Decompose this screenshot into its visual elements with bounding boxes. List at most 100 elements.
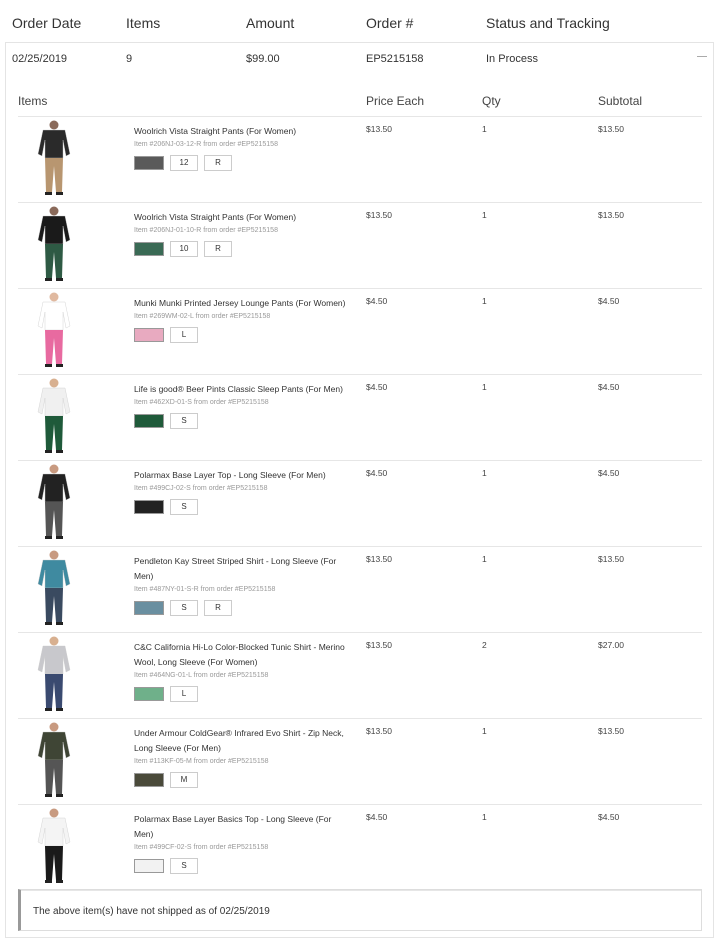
olive-zip-shirt-thumbnail[interactable] xyxy=(30,722,78,798)
option-chip: M xyxy=(170,772,198,788)
price-each: $13.50 xyxy=(366,640,392,650)
price-each: $4.50 xyxy=(366,468,388,478)
item-options: S xyxy=(134,413,352,429)
option-chip: R xyxy=(204,241,232,257)
shipping-notice: The above item(s) have not shipped as of… xyxy=(18,889,702,931)
subtotal: $13.50 xyxy=(598,726,624,736)
subtotal: $13.50 xyxy=(598,210,624,220)
header-order-number: Order # xyxy=(366,15,414,31)
table-row: Life is good® Beer Pints Classic Sleep P… xyxy=(18,375,702,461)
white-top-thumbnail[interactable] xyxy=(30,808,78,884)
option-chip: S xyxy=(170,858,198,874)
subtotal: $4.50 xyxy=(598,468,620,478)
color-swatch xyxy=(134,859,164,873)
option-chip: S xyxy=(170,499,198,515)
item-title[interactable]: Polarmax Base Layer Top - Long Sleeve (F… xyxy=(134,468,352,483)
table-row: Woolrich Vista Straight Pants (For Women… xyxy=(18,117,702,203)
color-swatch xyxy=(134,414,164,428)
quantity: 1 xyxy=(482,296,487,306)
color-swatch xyxy=(134,500,164,514)
table-row: Woolrich Vista Straight Pants (For Women… xyxy=(18,203,702,289)
col-subtotal: Subtotal xyxy=(598,94,643,108)
table-row: Under Armour ColdGear® Infrared Evo Shir… xyxy=(18,719,702,805)
green-sleep-pants-thumbnail[interactable] xyxy=(30,378,78,454)
item-options: L xyxy=(134,686,352,702)
item-title[interactable]: Munki Munki Printed Jersey Lounge Pants … xyxy=(134,296,352,311)
item-sku: Item #462XD-01-S from order #EP5215158 xyxy=(134,399,269,406)
quantity: 1 xyxy=(482,554,487,564)
item-sku: Item #269WM-02-L from order #EP5215158 xyxy=(134,313,271,320)
col-qty: Qty xyxy=(482,94,501,108)
option-chip: L xyxy=(170,327,198,343)
table-row: Polarmax Base Layer Basics Top - Long Sl… xyxy=(18,805,702,891)
price-each: $13.50 xyxy=(366,210,392,220)
item-title[interactable]: Pendleton Kay Street Striped Shirt - Lon… xyxy=(134,554,352,584)
quantity: 1 xyxy=(482,726,487,736)
subtotal: $4.50 xyxy=(598,296,620,306)
item-title[interactable]: Woolrich Vista Straight Pants (For Women… xyxy=(134,210,352,225)
table-row: Munki Munki Printed Jersey Lounge Pants … xyxy=(18,289,702,375)
item-options: S xyxy=(134,499,352,515)
item-info: Polarmax Base Layer Top - Long Sleeve (F… xyxy=(134,468,352,515)
collapse-icon[interactable] xyxy=(697,56,707,57)
table-row: Polarmax Base Layer Top - Long Sleeve (F… xyxy=(18,461,702,547)
option-chip: R xyxy=(204,155,232,171)
item-info: Pendleton Kay Street Striped Shirt - Lon… xyxy=(134,554,352,616)
quantity: 1 xyxy=(482,468,487,478)
col-price-each: Price Each xyxy=(366,94,425,108)
item-sku: Item #487NY-01-S-R from order #EP5215158 xyxy=(134,586,276,593)
item-sku: Item #499CJ-02-S from order #EP5215158 xyxy=(134,485,268,492)
black-top-thumbnail[interactable] xyxy=(30,464,78,540)
subtotal: $4.50 xyxy=(598,812,620,822)
blue-striped-shirt-thumbnail[interactable] xyxy=(30,550,78,626)
item-title[interactable]: Life is good® Beer Pints Classic Sleep P… xyxy=(134,382,352,397)
item-info: Under Armour ColdGear® Infrared Evo Shir… xyxy=(134,726,352,788)
order-item-count: 9 xyxy=(126,53,133,65)
quantity: 1 xyxy=(482,382,487,392)
price-each: $4.50 xyxy=(366,382,388,392)
item-sku: Item #206NJ-01-10-R from order #EP521515… xyxy=(134,227,278,234)
subtotal: $27.00 xyxy=(598,640,624,650)
table-row: C&C California Hi-Lo Color-Blocked Tunic… xyxy=(18,633,702,719)
table-row: Pendleton Kay Street Striped Shirt - Lon… xyxy=(18,547,702,633)
option-chip: S xyxy=(170,600,198,616)
item-title[interactable]: Under Armour ColdGear® Infrared Evo Shir… xyxy=(134,726,352,756)
color-swatch xyxy=(134,773,164,787)
price-each: $13.50 xyxy=(366,554,392,564)
col-items: Items xyxy=(18,94,48,108)
item-options: SR xyxy=(134,600,352,616)
item-info: Woolrich Vista Straight Pants (For Women… xyxy=(134,124,352,171)
order-list-header: Order Date Items Amount Order # Status a… xyxy=(0,0,720,44)
grey-tunic-thumbnail[interactable] xyxy=(30,636,78,712)
green-pants-thumbnail[interactable] xyxy=(30,206,78,282)
quantity: 1 xyxy=(482,812,487,822)
item-title[interactable]: Polarmax Base Layer Basics Top - Long Sl… xyxy=(134,812,352,842)
item-sku: Item #499CF-02-S from order #EP5215158 xyxy=(134,844,269,851)
subtotal: $13.50 xyxy=(598,124,624,134)
quantity: 2 xyxy=(482,640,487,650)
price-each: $13.50 xyxy=(366,124,392,134)
tan-pants-thumbnail[interactable] xyxy=(30,120,78,196)
header-order-date: Order Date xyxy=(12,15,82,31)
color-swatch xyxy=(134,601,164,615)
price-each: $4.50 xyxy=(366,296,388,306)
item-options: L xyxy=(134,327,352,343)
header-amount: Amount xyxy=(246,15,295,31)
order-number[interactable]: EP5215158 xyxy=(366,53,424,65)
item-sku: Item #464NG-01-L from order #EP5215158 xyxy=(134,672,269,679)
order-amount: $99.00 xyxy=(246,53,280,65)
price-each: $4.50 xyxy=(366,812,388,822)
item-info: Polarmax Base Layer Basics Top - Long Sl… xyxy=(134,812,352,874)
color-swatch xyxy=(134,687,164,701)
item-title[interactable]: Woolrich Vista Straight Pants (For Women… xyxy=(134,124,352,139)
subtotal: $13.50 xyxy=(598,554,624,564)
item-title[interactable]: C&C California Hi-Lo Color-Blocked Tunic… xyxy=(134,640,352,670)
item-sku: Item #206NJ-03-12-R from order #EP521515… xyxy=(134,141,278,148)
color-swatch xyxy=(134,242,164,256)
option-chip: L xyxy=(170,686,198,702)
color-swatch xyxy=(134,328,164,342)
pink-lounge-pants-thumbnail[interactable] xyxy=(30,292,78,368)
quantity: 1 xyxy=(482,210,487,220)
price-each: $13.50 xyxy=(366,726,392,736)
item-options: S xyxy=(134,858,352,874)
